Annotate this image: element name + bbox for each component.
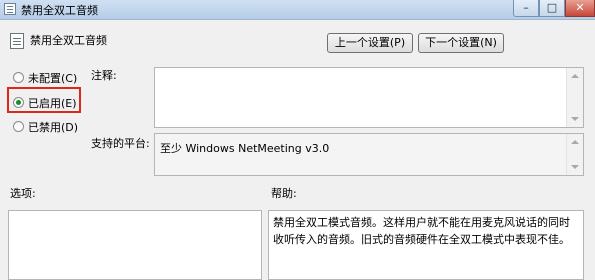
radio-label: 未配置(C) xyxy=(28,72,78,85)
highlight-box xyxy=(7,87,81,113)
scroll-up-icon[interactable] xyxy=(571,140,579,144)
platform-box: 至少 Windows NetMeeting v3.0 xyxy=(154,133,584,176)
help-label: 帮助: xyxy=(271,187,297,200)
help-text: 禁用全双工模式音频。这样用户就不能在用麦克风说话的同时收听传入的音频。旧式的音频… xyxy=(273,216,570,246)
radio-button[interactable] xyxy=(13,121,24,132)
next-setting-button[interactable]: 下一个设置(N) xyxy=(418,33,504,53)
minimize-button[interactable]: – xyxy=(513,0,539,17)
scroll-up-icon[interactable] xyxy=(571,74,579,78)
radio-button[interactable] xyxy=(13,72,24,83)
comment-textarea[interactable] xyxy=(154,67,584,128)
platform-value: 至少 Windows NetMeeting v3.0 xyxy=(160,142,330,155)
scroll-down-icon[interactable] xyxy=(571,117,579,121)
radio-label: 已禁用(D) xyxy=(28,121,79,134)
platform-label: 支持的平台: xyxy=(91,137,150,150)
platform-scrollbar[interactable] xyxy=(566,134,583,175)
help-panel: 禁用全双工模式音频。这样用户就不能在用麦克风说话的同时收听传入的音频。旧式的音频… xyxy=(268,210,584,280)
comment-scrollbar[interactable] xyxy=(566,68,583,127)
setting-title: 禁用全双工音频 xyxy=(30,34,107,47)
comment-label: 注释: xyxy=(91,69,117,82)
policy-icon xyxy=(4,3,16,15)
scroll-down-icon[interactable] xyxy=(571,165,579,169)
previous-setting-button[interactable]: 上一个设置(P) xyxy=(327,33,413,53)
maximize-button[interactable]: □ xyxy=(539,0,565,17)
window-title: 禁用全双工音频 xyxy=(21,4,98,17)
options-label: 选项: xyxy=(10,187,36,200)
policy-setting-icon xyxy=(10,33,24,49)
close-button[interactable]: ✕ xyxy=(565,0,595,17)
options-panel xyxy=(8,210,262,280)
title-bar: 禁用全双工音频 – □ ✕ xyxy=(0,0,595,20)
